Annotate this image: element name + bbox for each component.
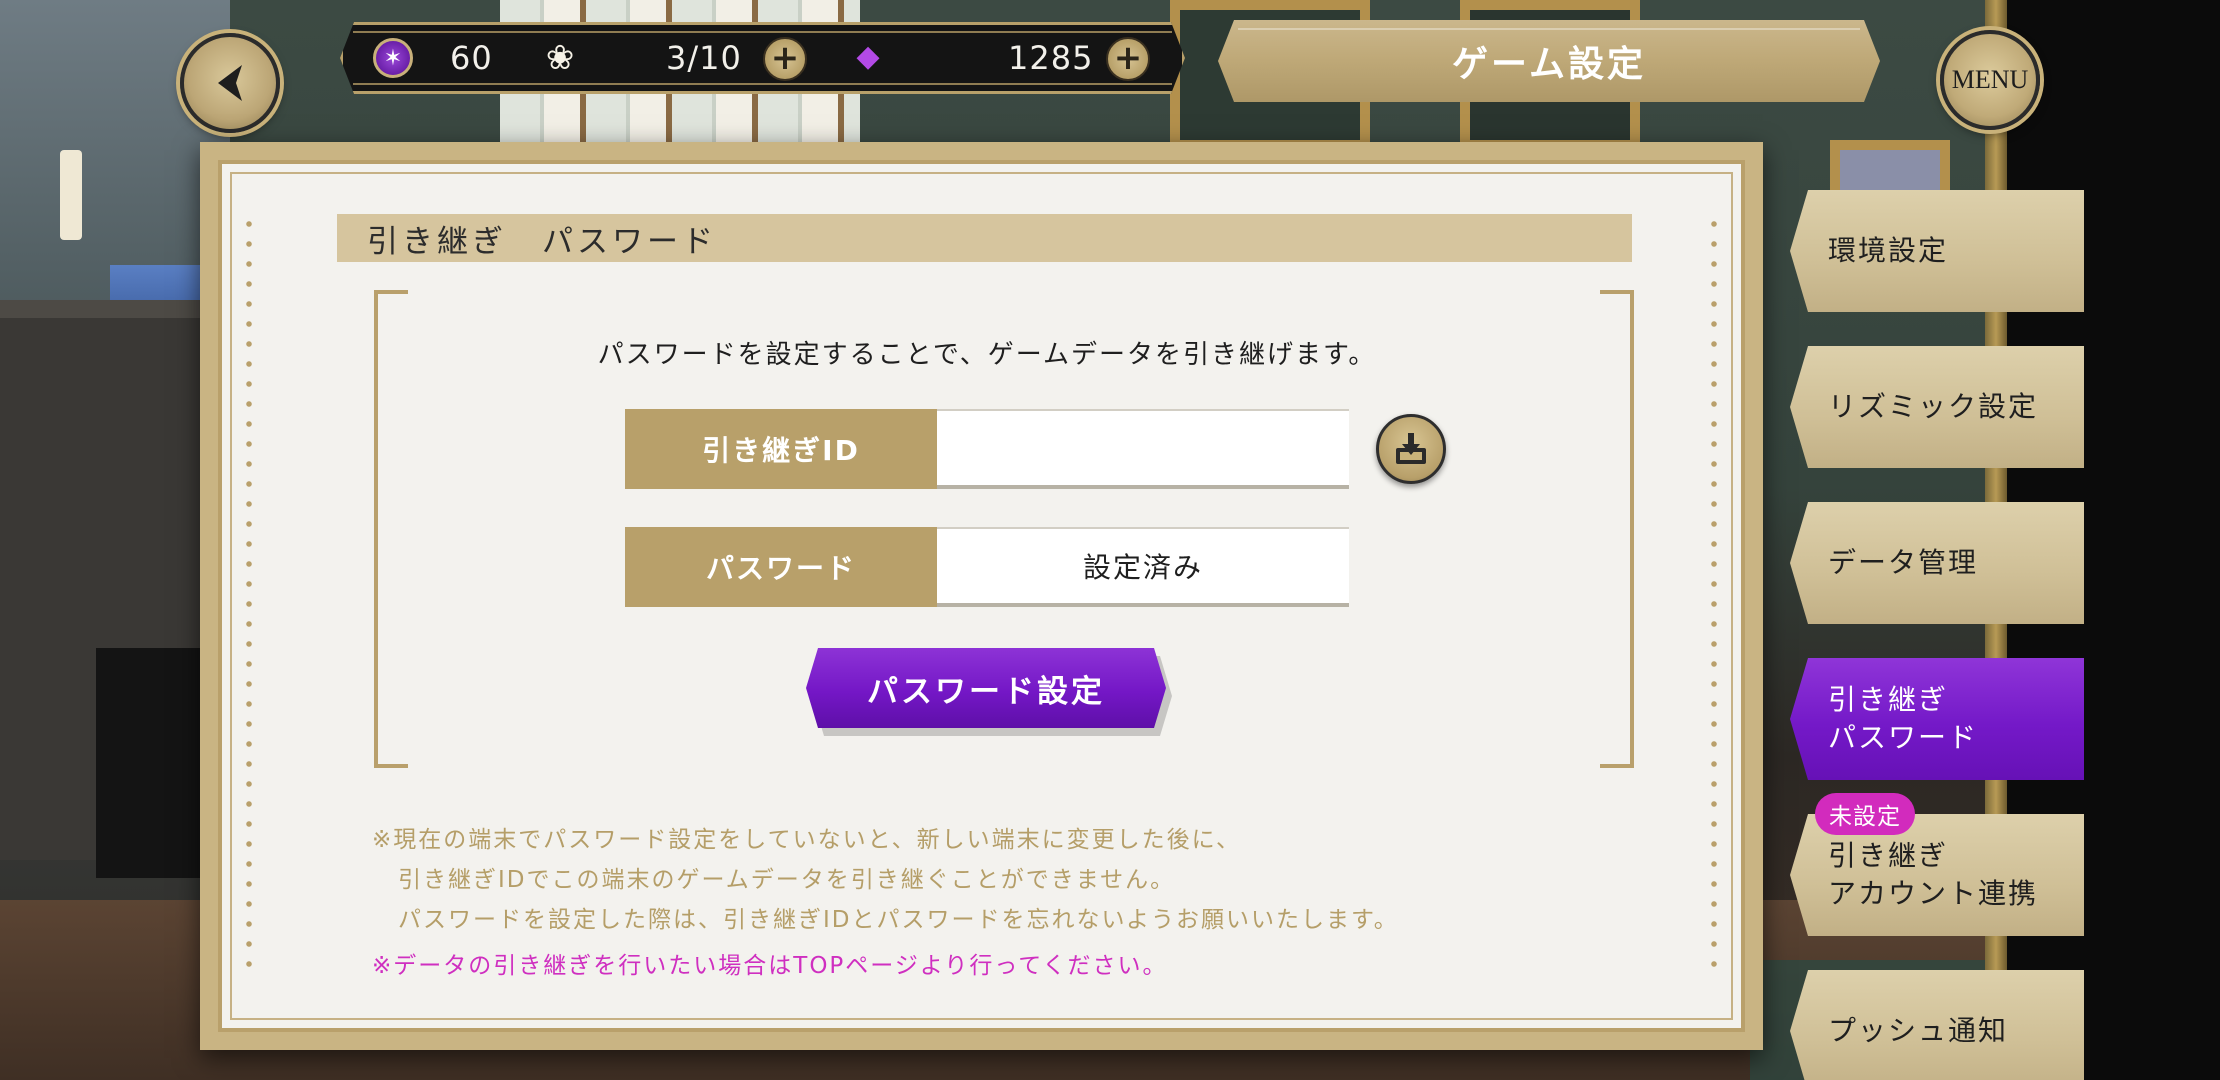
energy-count: 60	[450, 39, 493, 77]
note-line: ※現在の端末でパスワード設定をしていないと、新しい端末に変更した後に、	[372, 827, 1241, 853]
warning-note: ※データの引き継ぎを行いたい場合はTOPページより行ってください。	[372, 953, 1168, 979]
screen-title-text: ゲーム設定	[1452, 44, 1646, 85]
flower-icon: ❀	[545, 38, 575, 78]
section-title: 引き継ぎ パスワード	[367, 223, 717, 260]
plus-icon: +	[770, 38, 800, 78]
crystal-count: 1285	[1008, 39, 1094, 77]
flower-count: 3/10	[666, 39, 742, 77]
unset-badge: 未設定	[1815, 793, 1915, 835]
transfer-id-label: 引き継ぎID	[625, 409, 937, 489]
tab-label: 環境設定	[1828, 234, 1949, 267]
password-status: 設定済み	[937, 527, 1349, 607]
tab-label: プッシュ通知	[1828, 1014, 2009, 1047]
menu-button[interactable]: MENU	[1940, 30, 2040, 130]
add-crystal-button[interactable]: +	[1106, 37, 1150, 81]
transfer-id-field[interactable]	[937, 409, 1349, 489]
password-row: パスワード 設定済み	[625, 527, 1349, 607]
tab-label: 引き継ぎ アカウント連携	[1828, 839, 2039, 910]
background-fireplace	[0, 300, 210, 878]
panel-description: パスワードを設定することで、ゲームデータを引き継げます。	[597, 340, 1377, 370]
tab-label: リズミック設定	[1828, 390, 2039, 423]
note-line: パスワードを設定した際は、引き継ぎIDとパスワードを忘れないようお願いいたします…	[398, 907, 1399, 933]
section-header: 引き継ぎ パスワード	[337, 214, 1632, 262]
download-icon	[1396, 433, 1426, 464]
set-password-button[interactable]: パスワード設定	[806, 648, 1166, 728]
tab-environment-settings[interactable]: 環境設定	[1790, 190, 2084, 312]
transfer-id-row: 引き継ぎID	[625, 409, 1349, 489]
set-password-button-label: パスワード設定	[867, 673, 1105, 710]
plus-icon: +	[1113, 38, 1143, 78]
screen-title: ゲーム設定	[1218, 20, 1880, 102]
tab-label: 引き継ぎ パスワード	[1828, 683, 1979, 754]
panel-dots-decoration	[1711, 214, 1717, 978]
tab-transfer-password[interactable]: 引き継ぎ パスワード	[1790, 658, 2084, 780]
tab-push-notifications[interactable]: プッシュ通知	[1790, 970, 2084, 1080]
tab-rhythmic-settings[interactable]: リズミック設定	[1790, 346, 2084, 468]
settings-panel: 引き継ぎ パスワード パスワードを設定することで、ゲームデータを引き継げます。 …	[200, 142, 1763, 1050]
password-label: パスワード	[625, 527, 937, 607]
crystal-icon: ◆	[856, 38, 880, 74]
notes: ※現在の端末でパスワード設定をしていないと、新しい端末に変更した後に、 引き継ぎ…	[372, 820, 1632, 986]
back-arrow-icon	[218, 65, 242, 101]
panel-card: 引き継ぎ パスワード パスワードを設定することで、ゲームデータを引き継げます。 …	[218, 160, 1745, 1032]
add-flower-button[interactable]: +	[763, 37, 807, 81]
tab-label: データ管理	[1828, 546, 1979, 579]
background-candle	[60, 150, 82, 240]
back-button[interactable]	[180, 33, 280, 133]
bracket-decoration	[1600, 290, 1634, 768]
bracket-decoration	[374, 290, 408, 768]
download-transfer-id-button[interactable]	[1376, 414, 1446, 484]
panel-dots-decoration	[246, 214, 252, 978]
menu-button-label: MENU	[1951, 65, 2029, 94]
tab-data-management[interactable]: データ管理	[1790, 502, 2084, 624]
energy-icon: ✶	[373, 38, 413, 78]
note-line: 引き継ぎIDでこの端末のゲームデータを引き継ぐことができません。	[398, 867, 1176, 893]
